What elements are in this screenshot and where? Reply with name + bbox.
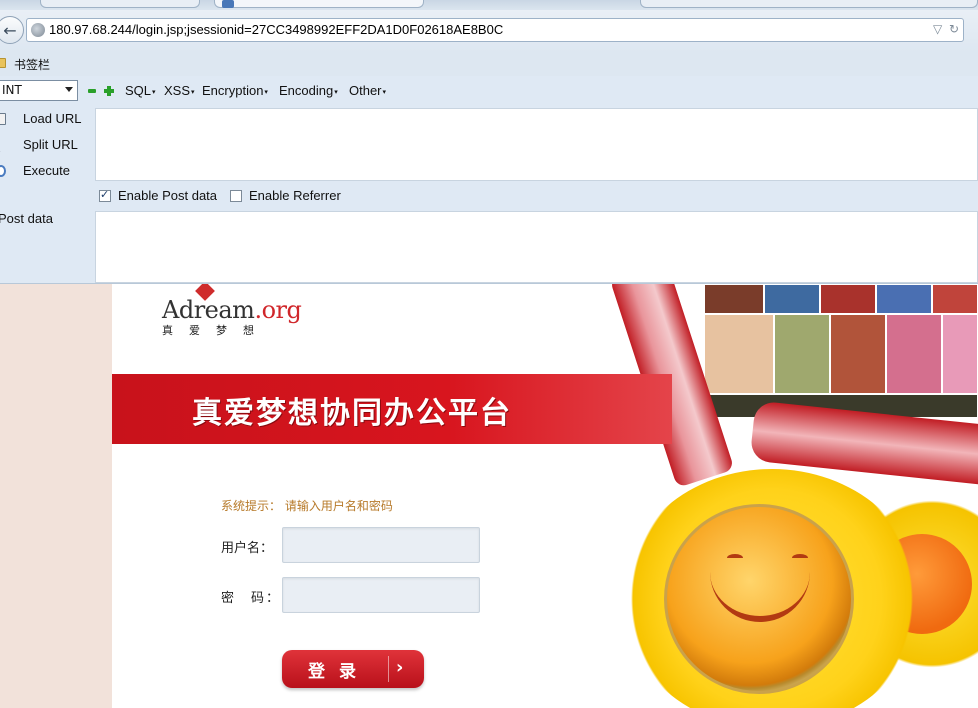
browser-tab-active[interactable] [214,0,424,8]
photo-tile [830,314,886,394]
login-page: Adream.org 真爱梦想 真爱梦想协同办公平台 系统提示： 请输入用户名和… [112,284,978,708]
photo-tile [942,314,978,394]
menu-label: Encryption [202,83,264,98]
type-select-value: INT [2,83,22,97]
photo-tile [774,314,830,394]
page-title: 真爱梦想协同办公平台 [192,396,512,431]
caret-icon: ▾ [334,88,338,96]
decrease-icon[interactable] [88,89,96,93]
menu-label: SQL [125,83,152,98]
caret-icon: ▾ [264,88,268,96]
photo-tile [704,314,774,394]
username-label: 用户名： [221,541,274,556]
post-data-textarea[interactable] [95,211,978,283]
caret-icon: ▾ [191,88,195,96]
password-label: 密 码： [221,591,282,606]
browser-tab[interactable] [40,0,200,8]
tab-strip [0,0,978,10]
browser-tab[interactable] [640,0,978,8]
logo-name: Adream [162,296,255,324]
navigation-bar: ← 180.97.68.244/login.jsp;jsessionid=27C… [0,10,978,52]
photo-tile [932,284,978,314]
execute-label: Execute [23,163,70,178]
system-hint: 系统提示： 请输入用户名和密码 [221,499,393,513]
tab-favicon-icon [222,0,234,8]
login-button-label: 登 录 [308,662,360,682]
url-textarea[interactable] [95,108,978,181]
username-input[interactable] [282,527,480,563]
folder-icon [0,58,6,68]
chevron-down-icon [65,87,73,92]
increase-icon[interactable] [104,86,114,96]
type-select[interactable]: INT [0,80,78,101]
children-photo-collage [704,284,978,418]
medal-eye [727,554,743,562]
photo-tile [876,284,932,314]
enable-post-checkbox[interactable] [99,188,111,202]
split-url-label: Split URL [23,137,78,152]
photo-tile [886,314,942,394]
caret-icon: ▾ [152,88,156,96]
menu-label: Other [349,83,382,98]
bookmarks-bar: 书签栏 [0,52,978,76]
dropdown-arrow-icon[interactable]: ▽ [933,22,942,36]
title-banner: 真爱梦想协同办公平台 [112,374,672,444]
medal-eye [792,554,808,562]
menu-encoding[interactable]: Encoding▾ [279,83,338,98]
photo-tile [704,284,764,314]
load-url-label: Load URL [23,111,82,126]
menu-encryption[interactable]: Encryption▾ [202,83,268,98]
back-button[interactable]: ← [0,16,24,44]
logo-org: .org [254,296,302,324]
split-url-icon [0,137,8,153]
page-margin [0,284,112,708]
reload-icon[interactable]: ↻ [949,22,959,36]
menu-label: XSS [164,83,191,98]
photo-tile [820,284,876,314]
enable-post-label[interactable]: Enable Post data [118,188,217,203]
load-url-icon [0,113,6,125]
bookmarks-label[interactable]: 书签栏 [14,56,50,73]
back-arrow-icon: ← [3,20,17,40]
logo-chinese: 真爱梦想 [162,324,270,337]
menu-sql[interactable]: SQL▾ [125,83,156,98]
button-divider [388,656,389,682]
url-text[interactable]: 180.97.68.244/login.jsp;jsessionid=27CC3… [49,22,503,37]
globe-icon [31,23,45,37]
logo-wordmark: Adream.org [162,296,302,324]
enable-referrer-label[interactable]: Enable Referrer [249,188,341,203]
menu-xss[interactable]: XSS▾ [164,83,195,98]
menu-label: Encoding [279,83,334,98]
photo-tile [764,284,820,314]
post-data-label: Post data [0,211,53,226]
adream-logo: Adream.org 真爱梦想 [162,284,302,338]
hackbar-toolbar: INT SQL▾ XSS▾ Encryption▾ Encoding▾ Othe… [0,76,978,106]
password-input[interactable] [282,577,480,613]
menu-other[interactable]: Other▾ [349,83,386,98]
login-button[interactable]: 登 录 › [282,650,424,688]
hackbar-panel: INT SQL▾ XSS▾ Encryption▾ Encoding▾ Othe… [0,76,978,284]
chevron-right-icon: › [396,657,404,678]
address-bar[interactable]: 180.97.68.244/login.jsp;jsessionid=27CC3… [26,18,964,42]
caret-icon: ▾ [382,88,387,96]
enable-referrer-checkbox[interactable] [230,190,242,202]
execute-icon [0,165,6,177]
